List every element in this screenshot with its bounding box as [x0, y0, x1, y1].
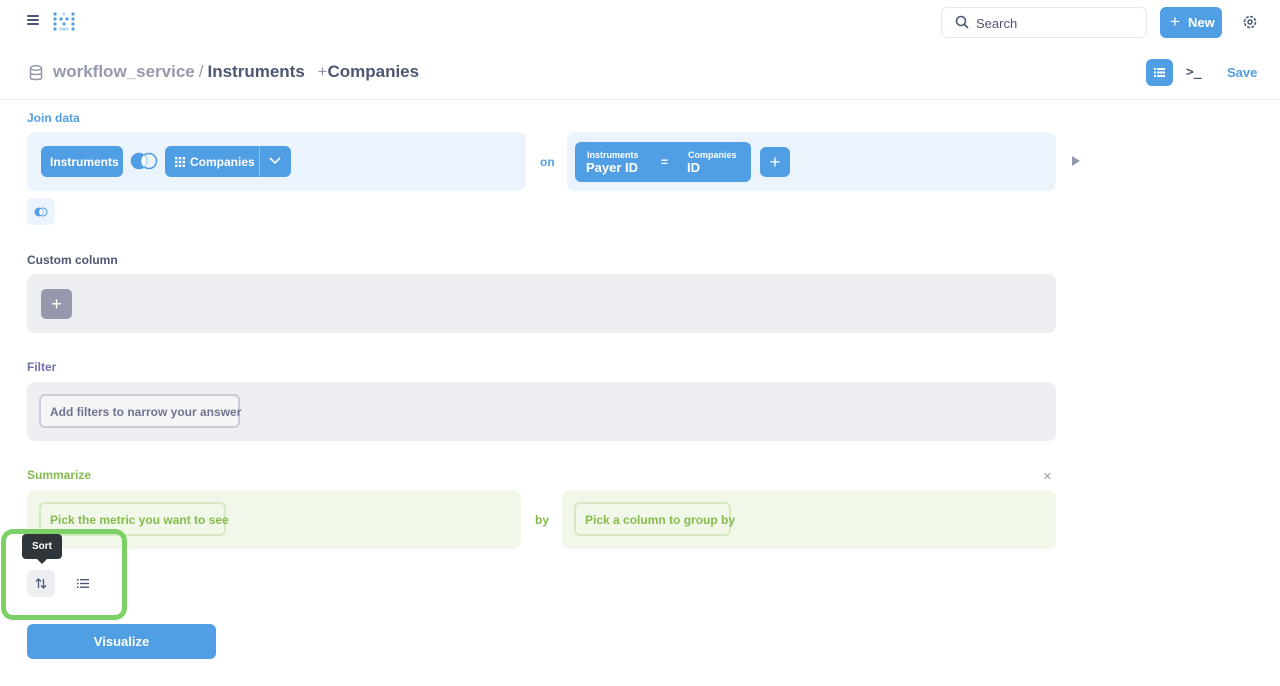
pick-metric-label: Pick the metric you want to see — [50, 513, 229, 527]
filter-section-label: Filter — [27, 360, 57, 374]
add-custom-column-button[interactable]: + — [41, 289, 72, 319]
pick-group-button[interactable]: Pick a column to group by — [574, 502, 735, 536]
join-section-label: Join data — [27, 111, 80, 125]
summarize-section-label: Summarize — [27, 468, 92, 482]
tooltip-arrow — [37, 559, 47, 564]
join-operator: = — [661, 155, 669, 169]
hamburger-icon[interactable] — [27, 15, 39, 27]
join-right-table-label: Companies — [190, 155, 255, 169]
grid-icon — [175, 157, 185, 167]
save-button[interactable]: Save — [1227, 65, 1257, 80]
join-left-table-label: Instruments — [50, 155, 119, 169]
add-filter-label: Add filters to narrow your answer — [50, 405, 242, 419]
search-placeholder: Search — [976, 16, 1018, 31]
row-limit-button[interactable] — [69, 570, 97, 597]
chevron-down-icon[interactable] — [269, 157, 281, 165]
button-divider — [259, 146, 260, 177]
breadcrumb-joined-table[interactable]: Companies — [327, 62, 419, 81]
breadcrumb-plus: + — [317, 62, 328, 81]
notebook-toggle-button[interactable] — [1146, 59, 1173, 86]
join-right-table-button[interactable]: Companies — [165, 146, 291, 177]
gear-icon[interactable] — [1242, 14, 1258, 30]
play-icon[interactable] — [1072, 156, 1080, 166]
top-nav: Search + New — [0, 0, 1280, 44]
pick-group-label: Pick a column to group by — [585, 513, 736, 527]
add-filter-button[interactable]: Add filters to narrow your answer — [39, 394, 242, 428]
new-button[interactable]: + New — [1160, 7, 1222, 38]
left-field: Payer ID — [586, 160, 639, 175]
custom-column-box — [27, 274, 1056, 333]
sort-tooltip: Sort — [22, 534, 62, 559]
visualize-button[interactable]: Visualize — [27, 624, 216, 659]
join-condition-button[interactable]: Instruments Payer ID = Companies ID — [575, 142, 751, 182]
summarize-by-label: by — [535, 513, 550, 527]
metabase-logo[interactable] — [52, 10, 76, 34]
right-field-table: Companies — [688, 150, 737, 160]
search-icon — [955, 15, 969, 29]
database-icon — [29, 65, 43, 81]
add-join-button[interactable] — [27, 198, 55, 225]
left-field-table: Instruments — [587, 150, 639, 160]
breadcrumb-database[interactable]: workflow_service — [53, 62, 195, 81]
plus-icon: + — [1170, 12, 1180, 31]
query-header: workflow_service / Instruments +Companies … — [0, 50, 1280, 100]
join-on-label: on — [540, 155, 555, 169]
view-sql-button[interactable]: >_ — [1186, 65, 1202, 80]
highlight-outline — [1, 529, 127, 620]
add-join-condition-button[interactable]: + — [760, 147, 790, 177]
list-icon — [77, 579, 89, 588]
search-input[interactable]: Search — [941, 7, 1147, 38]
sort-icon — [35, 578, 47, 589]
breadcrumb: workflow_service / Instruments +Companies — [53, 62, 419, 82]
join-type-icon[interactable] — [130, 152, 158, 170]
join-icon — [34, 207, 48, 217]
breadcrumb-separator: / — [198, 62, 204, 81]
new-button-label: New — [1188, 15, 1215, 30]
breadcrumb-table[interactable]: Instruments — [207, 62, 304, 81]
sort-button[interactable] — [27, 570, 55, 597]
close-icon[interactable]: × — [1043, 468, 1052, 485]
custom-column-section-label: Custom column — [27, 253, 118, 267]
join-left-table-button[interactable]: Instruments — [41, 146, 123, 177]
right-field: ID — [687, 160, 700, 175]
notebook-icon — [1154, 68, 1165, 77]
